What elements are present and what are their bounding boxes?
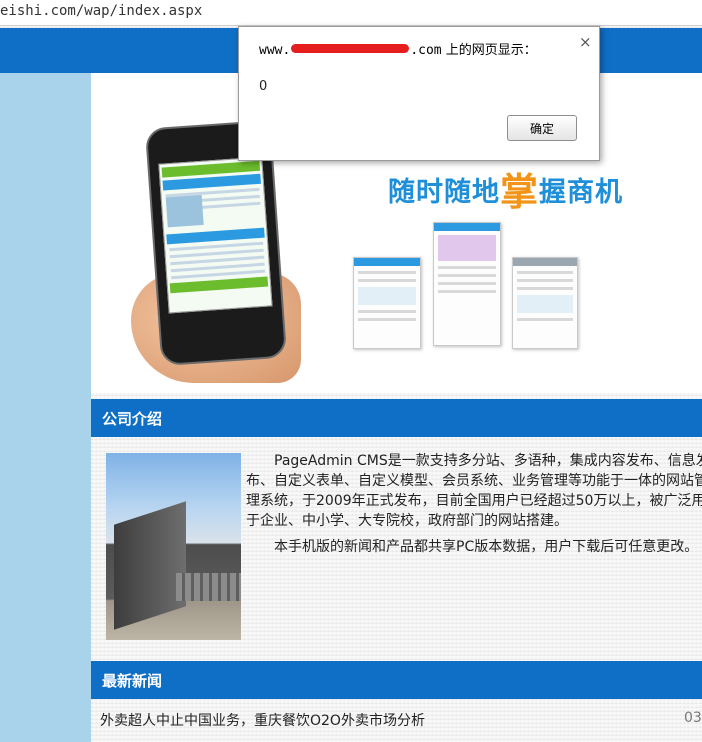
slogan-highlight: 掌 <box>500 170 540 214</box>
news-date: 03- <box>684 710 702 726</box>
ok-button[interactable]: 确定 <box>507 115 577 141</box>
section-header-latest-news: 最新新闻 <box>91 661 702 699</box>
section-title: 公司介绍 <box>102 410 163 428</box>
dialog-title-suffix: 上的网页显示： <box>445 43 537 58</box>
intro-paragraph: 本手机版的新闻和产品都共享PC版本数据，用户下载后可任意更改。 <box>274 539 699 555</box>
left-side-strip <box>0 73 91 742</box>
mini-screen-1 <box>353 257 421 349</box>
company-building-photo <box>106 453 241 640</box>
redaction-mark <box>291 44 410 53</box>
close-icon[interactable]: × <box>579 33 592 51</box>
dialog-title: www. .com 上的网页显示： <box>259 39 537 58</box>
news-list-item[interactable]: 外卖超人中止中国业务，重庆餐饮O2O外卖市场分析 03- <box>100 710 702 732</box>
company-intro-text: PageAdmin CMS是一款支持多分站、多语种，集成内容发布、信息发布、自定… <box>246 451 702 563</box>
slogan-part-2: 握商机 <box>539 177 624 208</box>
mini-screen-2 <box>433 222 501 346</box>
section-title: 最新新闻 <box>102 672 163 690</box>
address-bar[interactable]: eishi.com/wap/index.aspx <box>0 0 702 26</box>
dialog-host-prefix: www. <box>259 43 291 58</box>
banner-slogan: 随时随地掌握商机 <box>388 161 623 216</box>
alert-dialog: www. .com 上的网页显示： × 0 确定 <box>238 26 600 161</box>
dialog-host-suffix: .com <box>410 43 442 58</box>
news-title-link[interactable]: 外卖超人中止中国业务，重庆餐饮O2O外卖市场分析 <box>100 713 425 729</box>
phone-screen-illustration <box>158 156 273 314</box>
dialog-message: 0 <box>259 79 268 94</box>
address-url: eishi.com/wap/index.aspx <box>0 3 203 19</box>
intro-paragraph: PageAdmin CMS是一款支持多分站、多语种，集成内容发布、信息发布、自定… <box>246 453 702 529</box>
slogan-part-1: 随时随地 <box>388 177 500 208</box>
mini-screen-3 <box>512 257 578 349</box>
section-header-company-intro: 公司介绍 <box>91 399 702 437</box>
